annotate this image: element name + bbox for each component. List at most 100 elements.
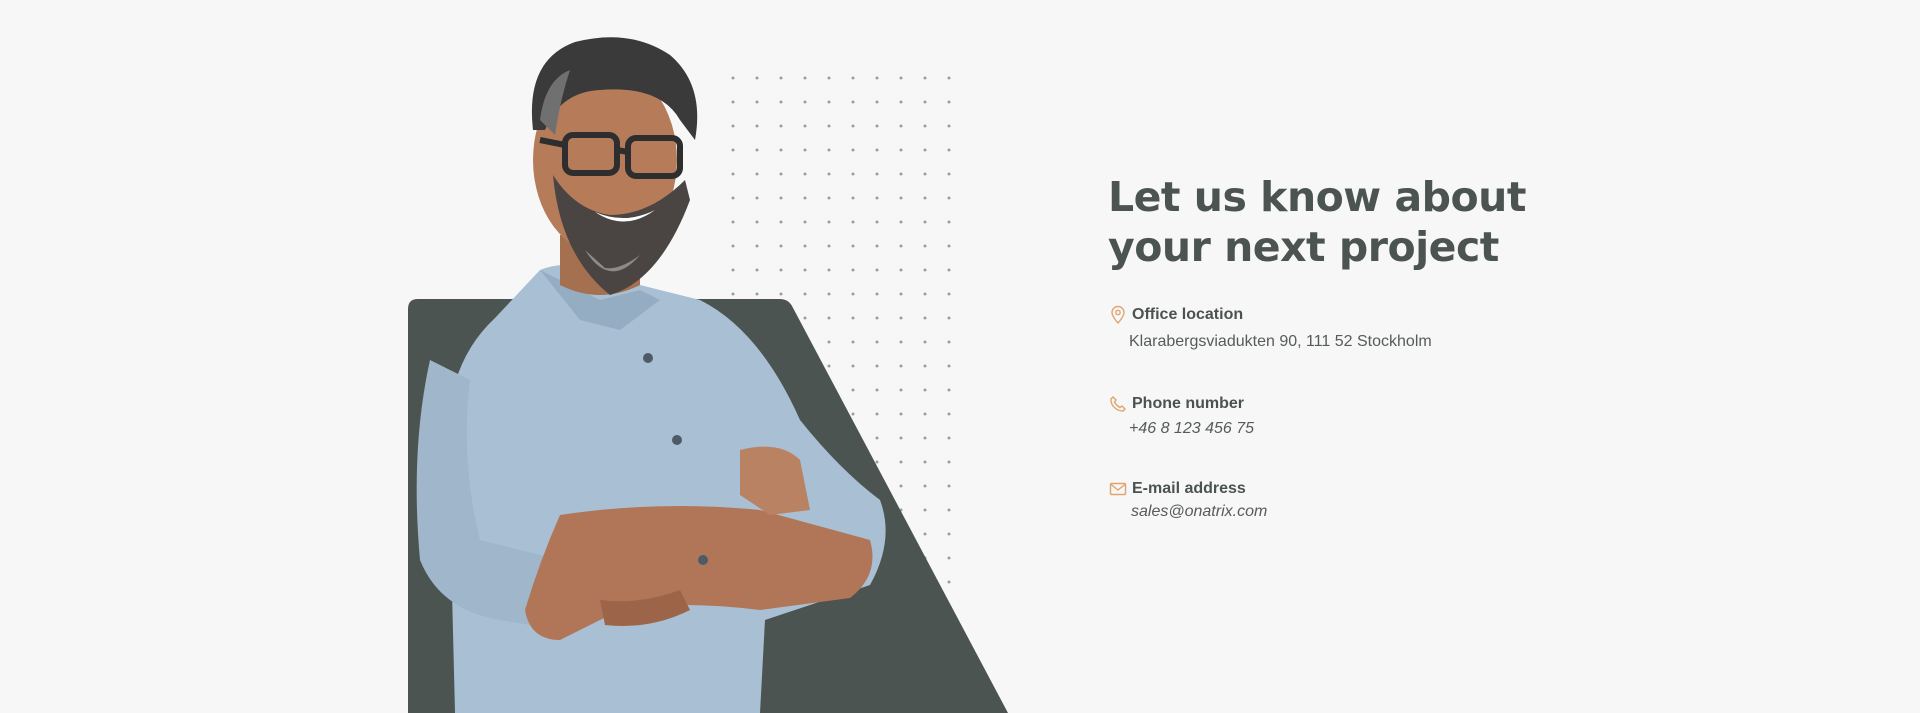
grid-dot [875,292,879,296]
grid-dot [851,340,855,344]
grid-dot [947,340,951,344]
grid-dot [899,268,903,272]
hero-illustration [408,37,1008,713]
grid-dot [755,268,759,272]
grid-dot [851,100,855,104]
grid-dot [851,292,855,296]
grid-dot [851,124,855,128]
grid-dot [755,196,759,200]
grid-dot [827,220,831,224]
phone-number-value[interactable]: +46 8 123 456 75 [1129,420,1254,438]
grid-dot [731,124,735,128]
grid-dot [923,412,927,416]
grid-dot [923,220,927,224]
grid-dot [875,436,879,440]
contact-section: Let us know about your next project Offi… [1108,172,1628,520]
phone-number-label: Phone number [1132,395,1245,412]
grid-dot [755,148,759,152]
grid-dot [851,76,855,80]
grid-dot [923,148,927,152]
grid-dot [899,340,903,344]
grid-dot [803,268,807,272]
email-address-label: E-mail address [1132,480,1246,497]
grid-dot [851,196,855,200]
grid-dot [947,460,951,464]
page-title: Let us know about your next project [1108,172,1628,272]
grid-dot [947,388,951,392]
grid-dot [803,220,807,224]
grid-dot [731,100,735,104]
grid-dot [899,196,903,200]
grid-dot [947,532,951,536]
grid-dot [875,196,879,200]
grid-dot [779,100,783,104]
grid-dot [755,124,759,128]
grid-dot [875,124,879,128]
grid-dot [803,316,807,320]
grid-dot [923,292,927,296]
phone-number-item: Phone number +46 8 123 456 75 [1108,394,1254,438]
grid-dot [803,292,807,296]
grid-dot [779,292,783,296]
grid-dot [923,124,927,128]
grid-dot [755,76,759,80]
grid-dot [731,172,735,176]
grid-dot [731,292,735,296]
grid-dot [755,244,759,248]
grid-dot [875,220,879,224]
grid-dot [947,484,951,488]
grid-dot [899,316,903,320]
grid-dot [875,76,879,80]
grid-dot [851,388,855,392]
grid-dot [827,340,831,344]
grid-dot [875,100,879,104]
grid-dot [899,412,903,416]
grid-dot [875,412,879,416]
grid-dot [923,508,927,512]
grid-dot [827,148,831,152]
grid-dot [875,148,879,152]
grid-dot [731,268,735,272]
grid-dot [875,460,879,464]
office-location-value: Klarabergsviadukten 90, 111 52 Stockholm [1129,333,1432,350]
grid-dot [899,364,903,368]
grid-dot [899,244,903,248]
grid-dot [779,172,783,176]
grid-dot [947,556,951,560]
grid-dot [923,436,927,440]
grid-dot [899,220,903,224]
grid-dot [755,220,759,224]
grid-dot [803,76,807,80]
grid-dot [899,124,903,128]
grid-dot [779,196,783,200]
grid-dot [875,340,879,344]
grid-dot [947,268,951,272]
grid-dot [947,436,951,440]
grid-dot [779,244,783,248]
grid-dot [755,292,759,296]
grid-dot [827,100,831,104]
grid-dot [875,268,879,272]
grid-dot [947,196,951,200]
grid-dot [827,244,831,248]
grid-dot [947,76,951,80]
grid-dot [875,244,879,248]
grid-dot [875,388,879,392]
grid-dot [947,292,951,296]
grid-dot [803,100,807,104]
grid-dot [827,76,831,80]
grid-dot [851,172,855,176]
grid-dot [947,244,951,248]
grid-dot [923,364,927,368]
grid-dot [899,100,903,104]
grid-dot [851,220,855,224]
grid-dot [803,244,807,248]
grid-dot [923,76,927,80]
email-address-value[interactable]: sales@onatrix.com [1131,503,1267,521]
grid-dot [755,172,759,176]
grid-dot [851,148,855,152]
grid-dot [899,460,903,464]
mail-icon [1108,479,1128,499]
grid-dot [851,244,855,248]
grid-dot [851,412,855,416]
